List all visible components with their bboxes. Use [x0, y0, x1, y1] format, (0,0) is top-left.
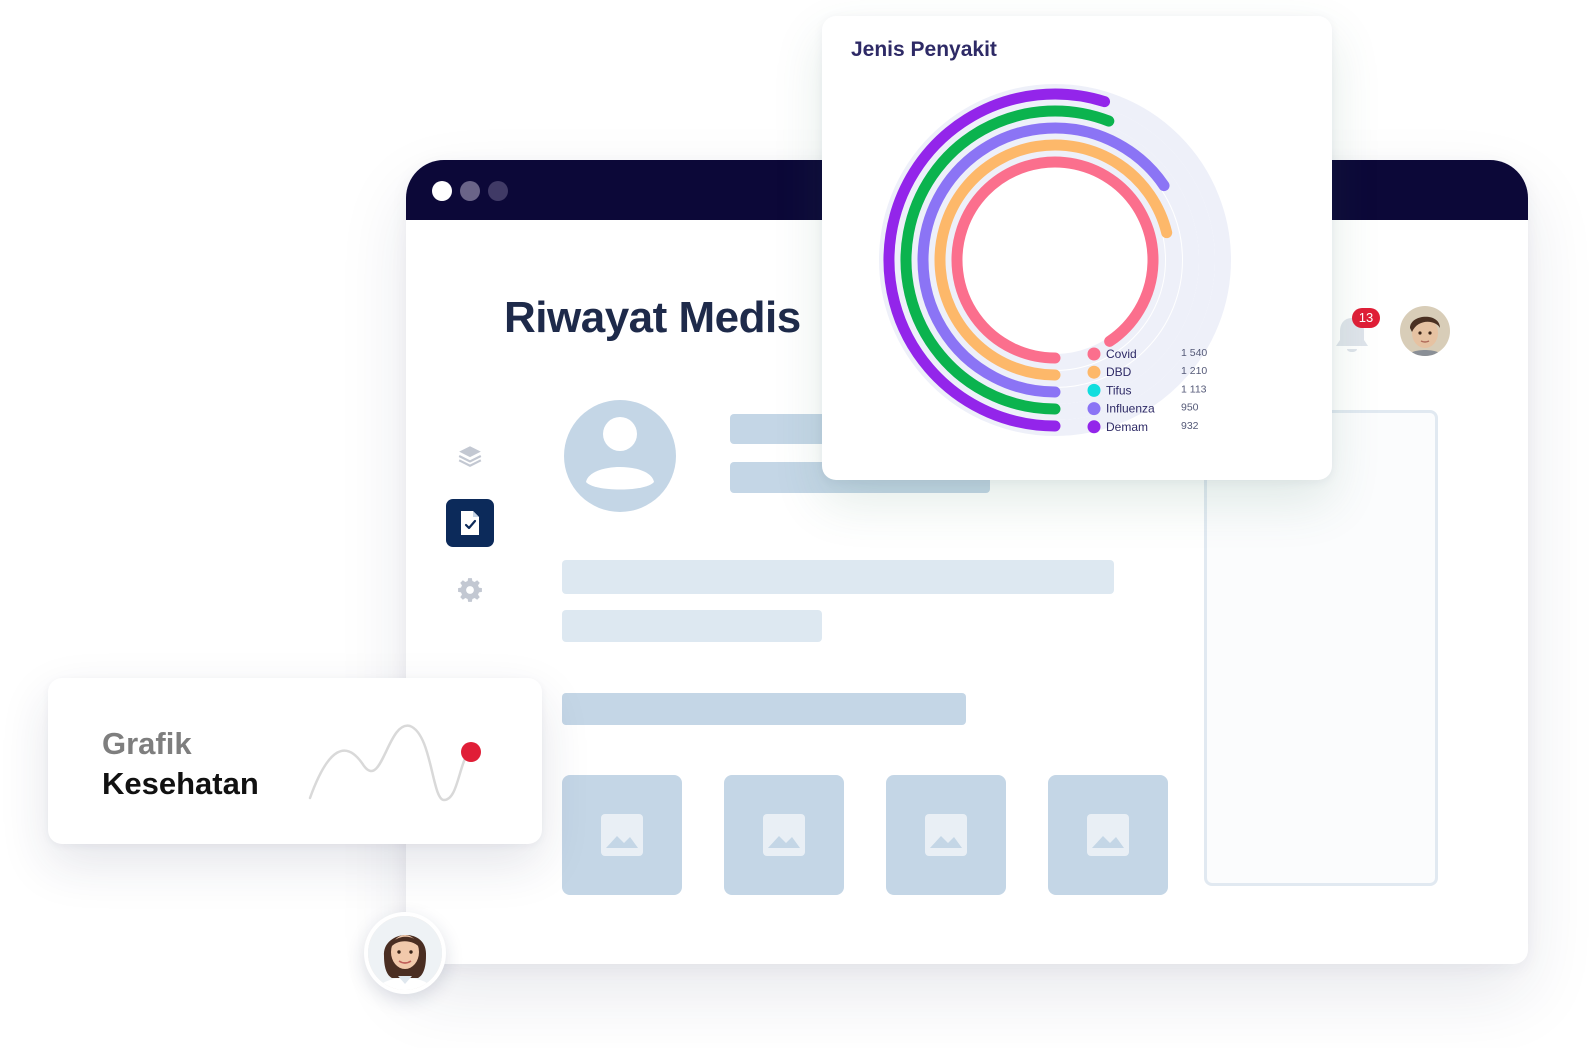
- doctor-avatar-icon: [368, 916, 442, 990]
- sidebar-item-records[interactable]: [446, 499, 494, 547]
- image-icon: [925, 814, 967, 856]
- legend-label: Covid: [1106, 347, 1137, 361]
- sidebar-item-layers[interactable]: [446, 432, 494, 480]
- health-chart-card[interactable]: Grafik Kesehatan: [48, 678, 542, 844]
- doctor-avatar[interactable]: [364, 912, 446, 994]
- legend-label: Tifus: [1106, 383, 1132, 397]
- legend-value: 932: [1181, 420, 1199, 432]
- legend-marker: [1087, 347, 1101, 361]
- window-minimize-dot[interactable]: [460, 181, 480, 201]
- window-maximize-dot[interactable]: [488, 181, 508, 201]
- legend-value: 1 113: [1181, 383, 1207, 395]
- sparkline-marker: [461, 742, 481, 762]
- document-check-icon: [461, 511, 479, 535]
- legend-label: Influenza: [1106, 402, 1155, 416]
- image-icon: [1087, 814, 1129, 856]
- right-side-panel: [1204, 410, 1438, 886]
- image-icon: [763, 814, 805, 856]
- grafik-card-label-2: Kesehatan: [102, 766, 259, 801]
- gear-icon: [458, 578, 482, 602]
- window-close-dot[interactable]: [432, 181, 452, 201]
- chart-bar-covid[interactable]: [951, 156, 1159, 364]
- notification-badge: 13: [1352, 308, 1380, 328]
- legend-marker: [1087, 402, 1101, 416]
- image-thumbnail[interactable]: [724, 775, 844, 895]
- legend-label: DBD: [1106, 365, 1132, 379]
- disease-chart-card: Jenis Penyakit Covid 1 540 DBD 1 210 Tifus 1 …: [822, 16, 1332, 480]
- image-thumbnail[interactable]: [886, 775, 1006, 895]
- legend-value: 950: [1181, 402, 1199, 414]
- radial-bar-chart: Covid 1 540 DBD 1 210 Tifus 1 113 Influenza 950…: [879, 84, 1231, 436]
- legend-marker: [1087, 420, 1101, 434]
- user-avatar[interactable]: [1400, 306, 1450, 356]
- section-heading-placeholder: [562, 693, 966, 725]
- sidebar-item-settings[interactable]: [446, 566, 494, 614]
- legend-marker: [1087, 383, 1101, 397]
- text-line-placeholder-short: [562, 610, 822, 642]
- legend-marker: [1087, 365, 1101, 379]
- image-thumbnail[interactable]: [1048, 775, 1168, 895]
- image-thumbnail[interactable]: [562, 775, 682, 895]
- legend-value: 1 540: [1181, 347, 1207, 359]
- child-avatar-icon: [1400, 306, 1450, 356]
- grafik-card-label-1: Grafik: [102, 726, 192, 761]
- profile-avatar-placeholder: [564, 400, 676, 512]
- layers-icon: [458, 446, 482, 467]
- page-title: Riwayat Medis: [504, 293, 801, 342]
- text-line-placeholder: [562, 560, 1114, 594]
- legend-value: 1 210: [1181, 365, 1207, 377]
- health-sparkline: [308, 724, 481, 802]
- image-icon: [601, 814, 643, 856]
- legend-label: Demam: [1106, 420, 1148, 434]
